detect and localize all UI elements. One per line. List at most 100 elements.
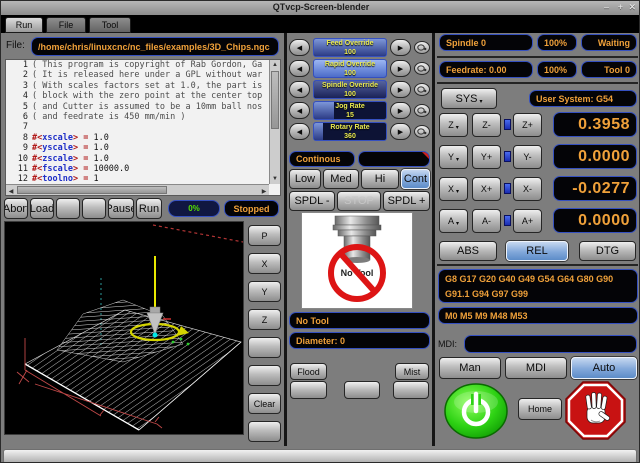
rapid-override-increase-button[interactable]: ▶ bbox=[390, 60, 411, 77]
dialog-launcher-icon bbox=[417, 128, 427, 135]
scroll-left-icon[interactable]: ◀ bbox=[6, 187, 16, 197]
blank-button[interactable] bbox=[56, 198, 80, 219]
mist-button[interactable] bbox=[393, 381, 429, 399]
gcode-line: 6( and feedrate is 450 mm/min ) bbox=[6, 112, 269, 122]
preview-blank-button[interactable] bbox=[248, 421, 281, 442]
feed-override-dialog-button[interactable] bbox=[414, 41, 430, 54]
run-button[interactable]: Run bbox=[136, 198, 162, 219]
coolant-blank-button[interactable] bbox=[344, 381, 380, 399]
spindle-plus-button[interactable]: SPDL + bbox=[383, 191, 430, 211]
jog-x-minus-button[interactable]: X- bbox=[513, 177, 542, 201]
scrollbar-thumb[interactable] bbox=[17, 186, 167, 194]
home-button[interactable]: Home bbox=[518, 398, 562, 420]
spindle-override-dialog-button[interactable] bbox=[414, 83, 430, 96]
file-path-field[interactable]: /home/chris/linuxcnc/nc_files/examples/3… bbox=[31, 37, 279, 56]
abort-button[interactable]: Abort bbox=[4, 198, 28, 219]
rapid-override-decrease-button[interactable]: ◀ bbox=[289, 60, 310, 77]
rotary-rate-dialog-button[interactable] bbox=[414, 125, 430, 138]
auto-mode-button[interactable]: Auto bbox=[571, 357, 637, 379]
jog-y-minus-button[interactable]: Y- bbox=[513, 145, 542, 169]
dtg-button[interactable]: DTG bbox=[579, 241, 636, 261]
flood-button[interactable] bbox=[290, 381, 327, 399]
feed-override-slider[interactable]: Feed Override 100 bbox=[313, 38, 387, 57]
jog-a-minus-button[interactable]: A- bbox=[472, 209, 501, 233]
power-icon bbox=[443, 382, 509, 440]
preview-blank-button[interactable] bbox=[248, 337, 281, 358]
scrollbar-thumb[interactable] bbox=[271, 71, 279, 129]
abs-button[interactable]: ABS bbox=[439, 241, 497, 261]
close-icon[interactable]: ✕ bbox=[628, 2, 636, 13]
blank-button[interactable] bbox=[82, 198, 106, 219]
spindle-minus-button[interactable]: SPDL - bbox=[289, 191, 335, 211]
jog-x-plus-button[interactable]: X+ bbox=[472, 177, 501, 201]
scroll-right-icon[interactable]: ▶ bbox=[259, 187, 269, 197]
spindle-override-decrease-button[interactable]: ◀ bbox=[289, 81, 310, 98]
preview-blank-button[interactable] bbox=[248, 365, 281, 386]
minimize-icon[interactable]: – bbox=[604, 2, 609, 12]
axis-a-button[interactable]: A▾ bbox=[439, 209, 468, 233]
axis-x-button[interactable]: X▾ bbox=[439, 177, 468, 201]
jog-mode-combo[interactable]: Continous bbox=[289, 151, 355, 167]
jog-rate-decrease-button[interactable]: ◀ bbox=[289, 102, 310, 119]
tab-tool[interactable]: Tool bbox=[89, 17, 131, 33]
horizontal-scrollbar[interactable]: ◀ ▶ bbox=[6, 184, 269, 195]
jog-hi-button[interactable]: Hi bbox=[361, 169, 399, 189]
rotary-rate-increase-button[interactable]: ▶ bbox=[390, 123, 411, 140]
pause-button[interactable]: Pause bbox=[108, 198, 134, 219]
tab-file[interactable]: File bbox=[46, 17, 86, 33]
z-jog-led bbox=[504, 119, 511, 130]
rotary-rate-slider[interactable]: Rotary Rate 360 bbox=[313, 122, 387, 141]
jog-rate-dialog-button[interactable] bbox=[414, 104, 430, 117]
load-button[interactable]: Load bbox=[30, 198, 54, 219]
mdi-input[interactable] bbox=[464, 335, 637, 353]
jog-rate-slider[interactable]: Jog Rate 15 bbox=[313, 101, 387, 120]
jog-increment-combo[interactable] bbox=[358, 151, 430, 167]
right-arrow-icon: ▶ bbox=[398, 86, 403, 94]
rapid-override-slider[interactable]: Rapid Override 100 bbox=[313, 59, 387, 78]
gcode-editor[interactable]: 1( This program is copyright of Rab Gord… bbox=[5, 59, 281, 196]
preview-y-button[interactable]: Y bbox=[248, 281, 281, 302]
scroll-down-icon[interactable]: ▼ bbox=[270, 174, 280, 184]
jog-med-button[interactable]: Med bbox=[323, 169, 359, 189]
preview-clear-button[interactable]: Clear bbox=[248, 393, 281, 414]
gcode-text[interactable]: 1( This program is copyright of Rab Gord… bbox=[6, 60, 269, 184]
manual-mode-button[interactable]: Man bbox=[439, 357, 501, 379]
preview-z-button[interactable]: Z bbox=[248, 309, 281, 330]
spindle-override-slider[interactable]: Spindle Override 100 bbox=[313, 80, 387, 99]
jog-z-minus-button[interactable]: Z- bbox=[472, 113, 501, 137]
jog-z-plus-button[interactable]: Z+ bbox=[513, 113, 542, 137]
jog-rate-increase-button[interactable]: ▶ bbox=[390, 102, 411, 119]
rapid-override-dialog-button[interactable] bbox=[414, 62, 430, 75]
tool-image: No Tool bbox=[301, 212, 413, 309]
jog-a-plus-button[interactable]: A+ bbox=[513, 209, 542, 233]
feed-override-decrease-button[interactable]: ◀ bbox=[289, 39, 310, 56]
mdi-mode-button[interactable]: MDI bbox=[505, 357, 567, 379]
spindle-override-increase-button[interactable]: ▶ bbox=[390, 81, 411, 98]
rel-button[interactable]: REL bbox=[506, 241, 568, 261]
maximize-icon[interactable]: + bbox=[618, 2, 623, 12]
estop-button[interactable] bbox=[564, 380, 627, 441]
gcode-preview-graphic[interactable] bbox=[4, 221, 244, 435]
preview-x-button[interactable]: X bbox=[248, 253, 281, 274]
flood-label: Flood bbox=[290, 363, 327, 380]
right-arrow-icon: ▶ bbox=[398, 44, 403, 52]
tab-run[interactable]: Run bbox=[5, 17, 43, 33]
axis-y-button[interactable]: Y▾ bbox=[439, 145, 468, 169]
jog-cont-button[interactable]: Cont bbox=[401, 169, 430, 189]
progress-bar: 0% bbox=[168, 200, 220, 217]
vertical-scrollbar[interactable]: ▲ ▼ bbox=[269, 60, 280, 184]
axis-z-button[interactable]: Z▾ bbox=[439, 113, 468, 137]
status-bar bbox=[3, 449, 637, 463]
spindle-stop-button[interactable]: STOP bbox=[337, 191, 381, 211]
scroll-up-icon[interactable]: ▲ bbox=[270, 60, 280, 70]
gcode-line: 12#<toolno> = 1 bbox=[6, 174, 269, 184]
jog-low-button[interactable]: Low bbox=[289, 169, 321, 189]
preview-p-button[interactable]: P bbox=[248, 225, 281, 246]
title-bar[interactable]: QTvcp-Screen-blender – + ✕ bbox=[1, 1, 640, 16]
rotary-rate-decrease-button[interactable]: ◀ bbox=[289, 123, 310, 140]
y-jog-led bbox=[504, 151, 511, 162]
sys-button[interactable]: SYS▾ bbox=[441, 88, 497, 109]
feed-override-increase-button[interactable]: ▶ bbox=[390, 39, 411, 56]
machine-power-button[interactable] bbox=[443, 382, 509, 440]
jog-y-plus-button[interactable]: Y+ bbox=[472, 145, 501, 169]
